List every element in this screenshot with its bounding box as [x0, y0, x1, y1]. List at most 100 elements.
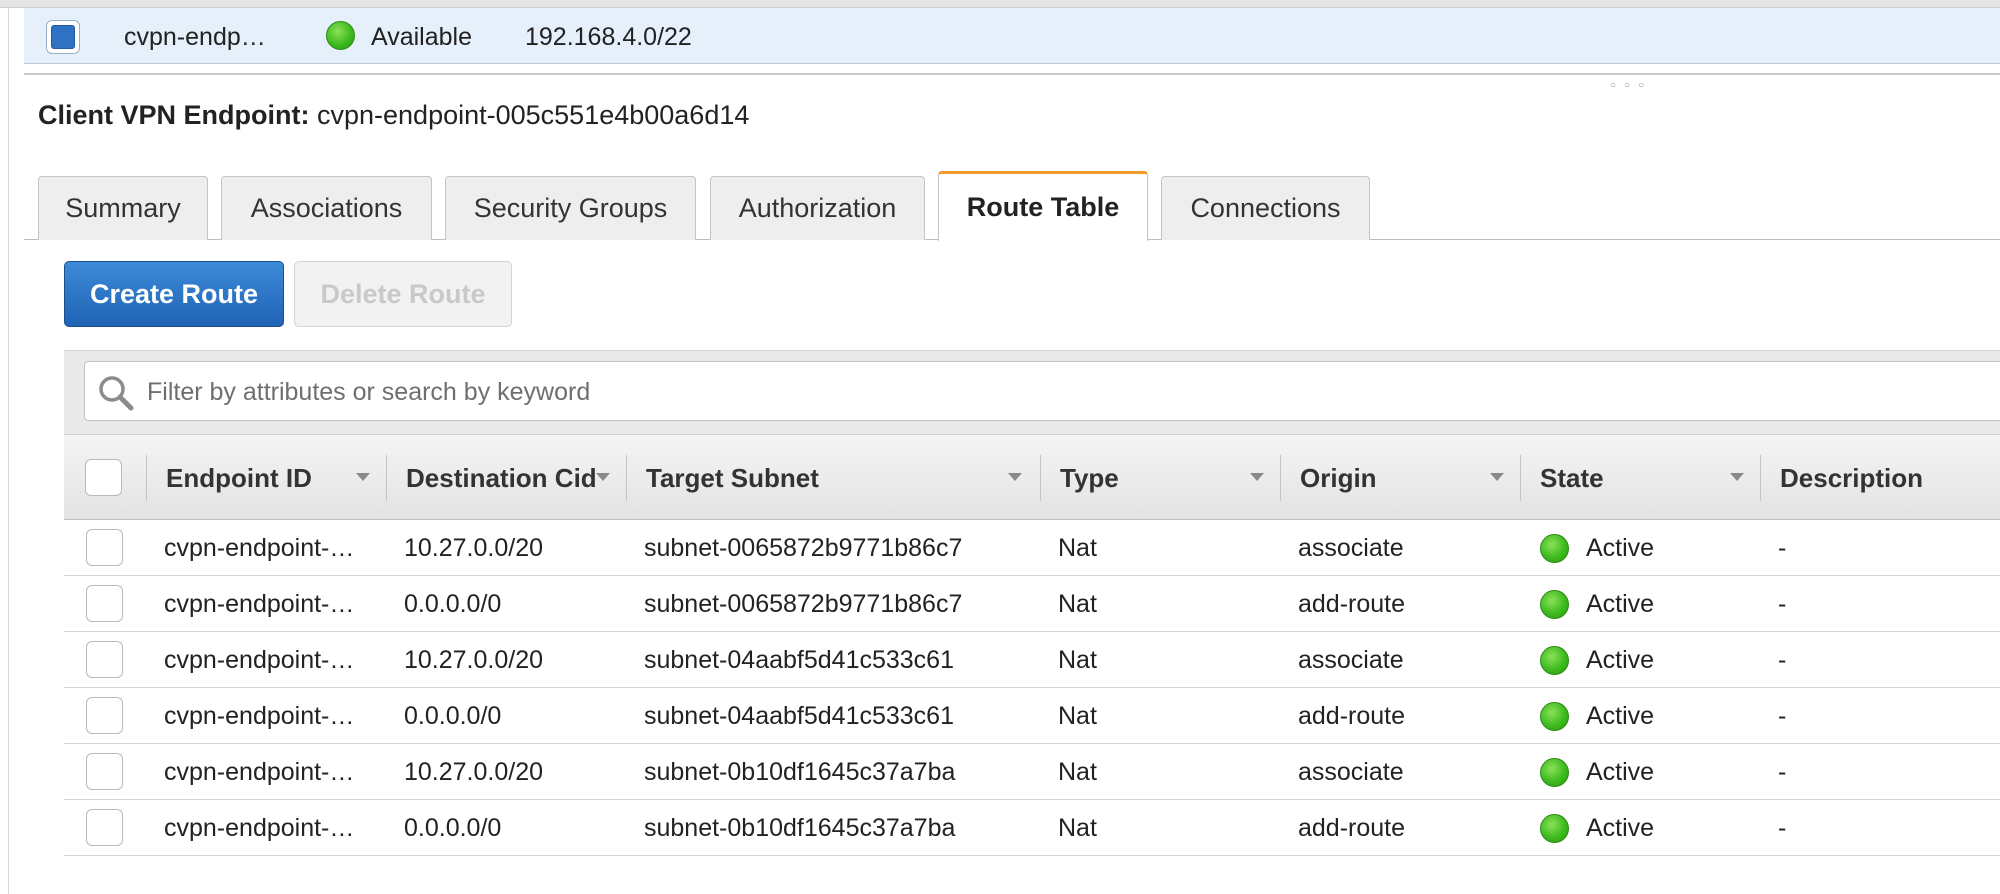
column-header-endpoint-id[interactable]: Endpoint ID — [166, 435, 384, 521]
cell-state: Active — [1586, 813, 1655, 842]
table-row[interactable]: cvpn-endpoint-… 0.0.0.0/0 subnet-04aabf5… — [64, 688, 2000, 744]
column-separator — [146, 455, 147, 501]
cell-description: - — [1778, 645, 1787, 674]
status-dot-icon — [1540, 814, 1569, 843]
details-endpoint-id: cvpn-endpoint-005c551e4b00a6d14 — [317, 100, 750, 130]
cell-state: Active — [1586, 589, 1655, 618]
cell-type: Nat — [1058, 757, 1097, 786]
cell-endpoint-id: cvpn-endpoint-… — [164, 757, 355, 786]
cell-target-subnet: subnet-0065872b9771b86c7 — [644, 589, 963, 618]
table-row[interactable]: cvpn-endpoint-… 10.27.0.0/20 subnet-04aa… — [64, 632, 2000, 688]
selected-endpoint-checkbox[interactable] — [46, 20, 80, 54]
search-icon — [99, 376, 134, 411]
table-top-edge — [0, 0, 2000, 8]
sort-caret-icon[interactable] — [596, 473, 610, 481]
column-header-description[interactable]: Description — [1780, 435, 2000, 521]
sort-caret-icon[interactable] — [1730, 473, 1744, 481]
selected-endpoint-name: cvpn-endp… — [124, 23, 266, 51]
row-checkbox[interactable] — [86, 529, 123, 566]
sort-caret-icon[interactable] — [356, 473, 370, 481]
tab-security-groups[interactable]: Security Groups — [445, 176, 696, 240]
status-dot-icon — [326, 21, 355, 50]
status-dot-icon — [1540, 758, 1569, 787]
cell-target-subnet: subnet-0b10df1645c37a7ba — [644, 813, 956, 842]
cell-origin: add-route — [1298, 701, 1406, 730]
cell-type: Nat — [1058, 701, 1097, 730]
table-header: Endpoint ID Destination Cid Target Subne… — [64, 434, 2000, 520]
cell-endpoint-id: cvpn-endpoint-… — [164, 701, 355, 730]
cell-target-subnet: subnet-04aabf5d41c533c61 — [644, 645, 954, 674]
cell-target-subnet: subnet-0065872b9771b86c7 — [644, 533, 963, 562]
row-checkbox[interactable] — [86, 641, 123, 678]
cell-endpoint-id: cvpn-endpoint-… — [164, 645, 355, 674]
column-separator — [1280, 455, 1281, 501]
status-dot-icon — [1540, 702, 1569, 731]
cell-description: - — [1778, 533, 1787, 562]
sort-caret-icon[interactable] — [1008, 473, 1022, 481]
cell-origin: add-route — [1298, 813, 1406, 842]
column-header-origin[interactable]: Origin — [1300, 435, 1518, 521]
cell-state: Active — [1586, 701, 1655, 730]
sort-caret-icon[interactable] — [1490, 473, 1504, 481]
delete-route-button[interactable]: Delete Route — [294, 261, 512, 327]
table-row[interactable]: cvpn-endpoint-… 10.27.0.0/20 subnet-0b10… — [64, 744, 2000, 800]
cell-type: Nat — [1058, 813, 1097, 842]
resize-grip-icon[interactable]: ○○○ — [1610, 80, 1652, 91]
column-header-destination-cidr[interactable]: Destination Cid — [406, 435, 624, 521]
cell-state: Active — [1586, 757, 1655, 786]
table-row[interactable]: cvpn-endpoint-… 0.0.0.0/0 subnet-0065872… — [64, 576, 2000, 632]
selected-endpoint-row[interactable]: cvpn-endp… Available 192.168.4.0/22 — [24, 8, 2000, 64]
select-all-checkbox[interactable] — [85, 459, 122, 496]
status-dot-icon — [1540, 646, 1569, 675]
column-separator — [386, 455, 387, 501]
column-separator — [1760, 455, 1761, 501]
cell-destination-cidr: 0.0.0.0/0 — [404, 813, 502, 842]
cell-destination-cidr: 10.27.0.0/20 — [404, 757, 544, 786]
column-header-target-subnet[interactable]: Target Subnet — [646, 435, 1026, 521]
column-separator — [1520, 455, 1521, 501]
cell-destination-cidr: 0.0.0.0/0 — [404, 589, 502, 618]
tab-summary[interactable]: Summary — [38, 176, 208, 240]
row-checkbox[interactable] — [86, 753, 123, 790]
cell-state: Active — [1586, 533, 1655, 562]
create-route-button[interactable]: Create Route — [64, 261, 284, 327]
cell-destination-cidr: 10.27.0.0/20 — [404, 645, 544, 674]
column-label: Target Subnet — [646, 462, 819, 493]
search-input[interactable] — [145, 370, 1945, 414]
table-row[interactable]: cvpn-endpoint-… 0.0.0.0/0 subnet-0b10df1… — [64, 800, 2000, 856]
row-checkbox[interactable] — [86, 809, 123, 846]
selected-endpoint-status: Available — [371, 23, 473, 51]
cell-description: - — [1778, 701, 1787, 730]
tab-route-table[interactable]: Route Table — [938, 171, 1148, 241]
tab-authorization[interactable]: Authorization — [710, 176, 925, 240]
details-title: Client VPN Endpoint: cvpn-endpoint-005c5… — [38, 100, 749, 131]
cell-type: Nat — [1058, 645, 1097, 674]
cell-target-subnet: subnet-0b10df1645c37a7ba — [644, 757, 956, 786]
cell-origin: associate — [1298, 757, 1404, 786]
cell-destination-cidr: 10.27.0.0/20 — [404, 533, 544, 562]
column-label: State — [1540, 462, 1604, 493]
row-checkbox[interactable] — [86, 697, 123, 734]
column-header-type[interactable]: Type — [1060, 435, 1278, 521]
tab-associations[interactable]: Associations — [221, 176, 432, 240]
column-label: Endpoint ID — [166, 462, 312, 493]
status-dot-icon — [1540, 534, 1569, 563]
cell-state: Active — [1586, 645, 1655, 674]
cell-target-subnet: subnet-04aabf5d41c533c61 — [644, 701, 954, 730]
cell-destination-cidr: 0.0.0.0/0 — [404, 701, 502, 730]
details-title-label: Client VPN Endpoint: — [38, 100, 310, 130]
column-label: Origin — [1300, 462, 1377, 493]
cell-origin: add-route — [1298, 589, 1406, 618]
column-header-state[interactable]: State — [1540, 435, 1758, 521]
row-checkbox[interactable] — [86, 585, 123, 622]
search-box[interactable] — [84, 361, 2000, 421]
cell-type: Nat — [1058, 533, 1097, 562]
column-label: Destination Cid — [406, 462, 596, 493]
tab-connections[interactable]: Connections — [1161, 176, 1370, 240]
cell-endpoint-id: cvpn-endpoint-… — [164, 813, 355, 842]
split-pane-divider[interactable] — [24, 73, 2000, 75]
cell-origin: associate — [1298, 533, 1404, 562]
cell-description: - — [1778, 589, 1787, 618]
sort-caret-icon[interactable] — [1250, 473, 1264, 481]
table-row[interactable]: cvpn-endpoint-… 10.27.0.0/20 subnet-0065… — [64, 520, 2000, 576]
